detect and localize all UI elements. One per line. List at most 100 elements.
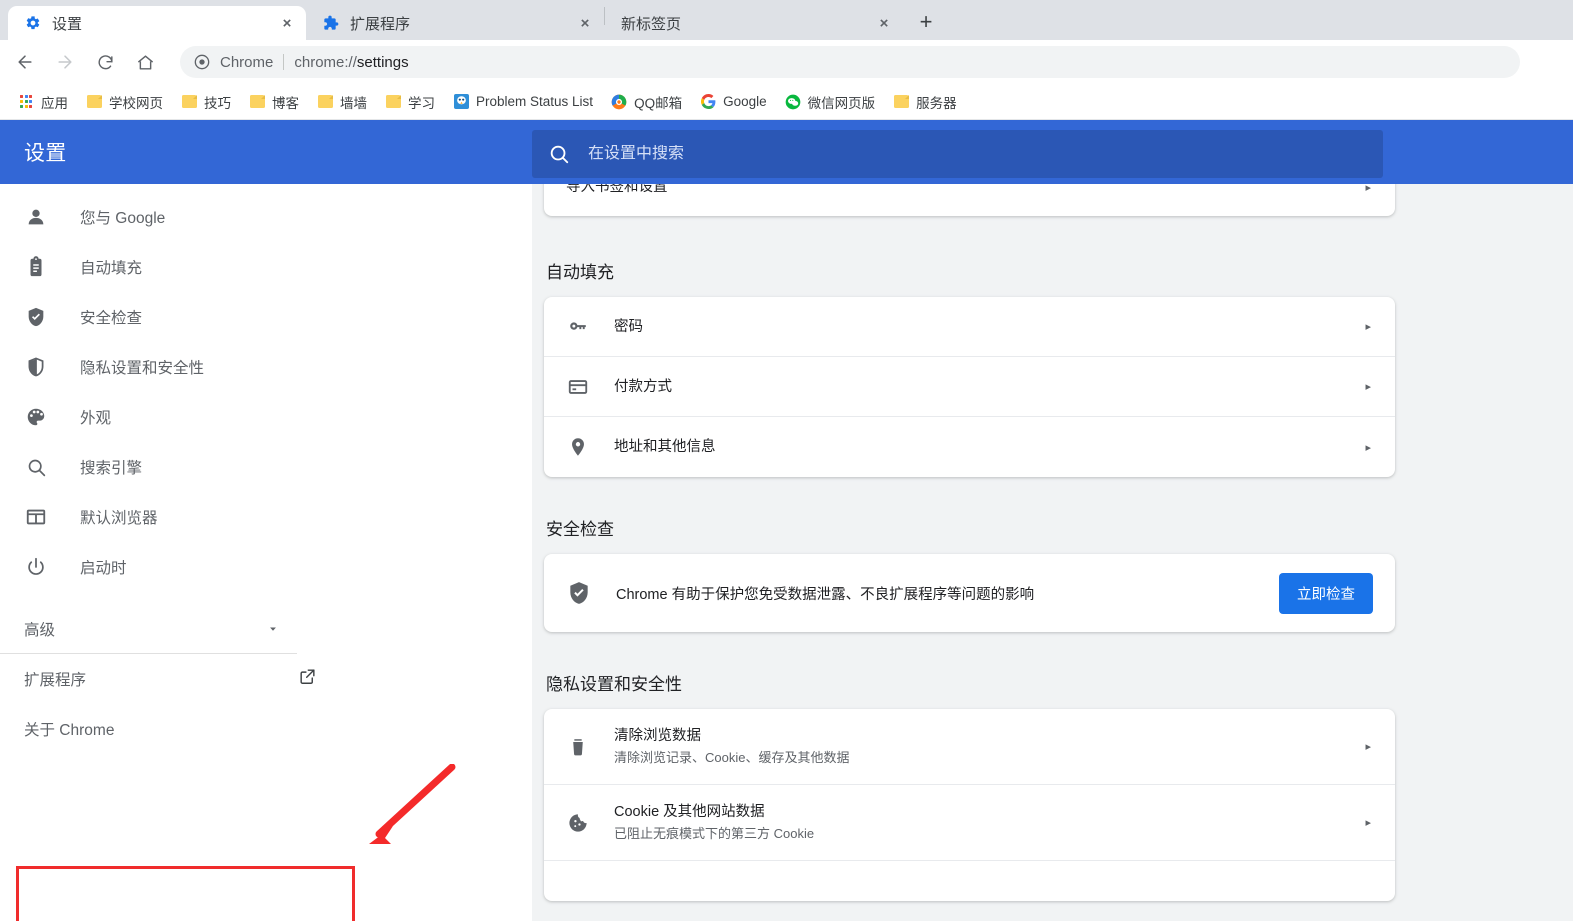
row-title: 清除浏览数据 [614, 727, 701, 744]
bird-favicon [453, 94, 469, 110]
settings-header: 设置 [0, 120, 1573, 184]
sidebar-item-safety-check[interactable]: 安全检查 [0, 292, 532, 342]
apps-grid-icon [18, 94, 34, 110]
sidebar-item-you-and-google[interactable]: 您与 Google [0, 192, 532, 242]
qqmail-favicon [611, 94, 627, 110]
sidebar-item-advanced[interactable]: 高级 [0, 604, 297, 654]
table-row[interactable] [544, 861, 1395, 901]
clipped-card: 导入书签和设置 ▸ [544, 184, 1395, 216]
bookmark-label: 墙墙 [340, 95, 367, 111]
sidebar-item-about-chrome[interactable]: 关于 Chrome [0, 704, 339, 754]
shield-check-icon [566, 580, 592, 606]
forward-arrow-icon[interactable] [48, 45, 82, 79]
folder-icon [385, 94, 401, 110]
section-title: 隐私设置和安全性 [546, 675, 682, 694]
row-text: Cookie 及其他网站数据 已阻止无痕模式下的第三方 Cookie [614, 802, 1365, 844]
bookmark-label: 服务器 [916, 95, 957, 111]
tab-new-tab-page[interactable]: 新标签页 × [605, 6, 903, 40]
tab-extensions[interactable]: 扩展程序 × [306, 6, 604, 40]
search-icon [548, 143, 570, 165]
chevron-right-icon: ▸ [1365, 817, 1371, 829]
omnibox-url: chrome://settings [294, 54, 408, 71]
settings-search-box[interactable] [532, 130, 1383, 178]
row-text: 密码 [614, 317, 1365, 337]
home-icon[interactable] [128, 45, 162, 79]
sidebar-item-appearance[interactable]: 外观 [0, 392, 532, 442]
tab-close-button[interactable]: × [875, 14, 893, 32]
tab-settings[interactable]: 设置 × [8, 6, 306, 40]
palette-icon [24, 405, 48, 429]
tab-title: 扩展程序 [350, 15, 411, 33]
bookmark-label: 微信网页版 [807, 95, 876, 111]
cookie-icon [566, 811, 590, 835]
bookmark-folder-tips[interactable]: 技巧 [173, 89, 239, 115]
sidebar-item-label: 高级 [24, 621, 56, 639]
credit-card-icon [566, 375, 590, 399]
bookmark-label: QQ邮箱 [634, 95, 683, 111]
bookmark-label: 博客 [272, 95, 299, 111]
sidebar-item-privacy-security[interactable]: 隐私设置和安全性 [0, 342, 532, 392]
table-row[interactable]: Cookie 及其他网站数据 已阻止无痕模式下的第三方 Cookie ▸ [544, 785, 1395, 861]
bookmark-label: 学校网页 [109, 95, 163, 111]
bookmark-apps[interactable]: 应用 [10, 89, 76, 115]
row-title: 地址和其他信息 [614, 439, 716, 455]
new-tab-button[interactable]: + [911, 7, 941, 37]
chevron-right-icon: ▸ [1365, 184, 1371, 194]
bookmark-folder-school[interactable]: 学校网页 [78, 89, 171, 115]
safety-check-card: Chrome 有助于保护您免受数据泄露、不良扩展程序等问题的影响 立即检查 [544, 554, 1395, 632]
bookmark-label: 技巧 [204, 95, 231, 111]
tab-close-button[interactable]: × [278, 14, 296, 32]
omnibox-url-suffix: settings [356, 53, 409, 71]
table-row[interactable]: 导入书签和设置 ▸ [544, 184, 1395, 216]
sidebar-item-label: 自动填充 [80, 260, 143, 277]
section-privacy-security: 隐私设置和安全性 清除浏览数据 清除浏览记录、Cookie、缓存及其他数据 ▸ … [544, 670, 1395, 901]
location-pin-icon [566, 435, 590, 459]
tab-title: 新标签页 [621, 15, 682, 33]
bookmark-folder-blog[interactable]: 博客 [241, 89, 307, 115]
folder-icon [86, 94, 102, 110]
folder-icon [317, 94, 333, 110]
check-now-button[interactable]: 立即检查 [1279, 572, 1373, 614]
sidebar-item-default-browser[interactable]: 默认浏览器 [0, 492, 532, 542]
omnibox-url-prefix: chrome:// [294, 53, 357, 71]
sidebar-item-autofill[interactable]: 自动填充 [0, 242, 532, 292]
row-subtitle: 已阻止无痕模式下的第三方 Cookie [614, 825, 815, 841]
sidebar-item-label: 安全检查 [80, 310, 143, 327]
bookmark-folder-server[interactable]: 服务器 [885, 89, 965, 115]
row-text: 清除浏览数据 清除浏览记录、Cookie、缓存及其他数据 [614, 726, 1365, 768]
search-input[interactable] [588, 145, 1367, 163]
bookmark-wechat-web[interactable]: 微信网页版 [777, 89, 884, 115]
sidebar-item-extensions[interactable]: 扩展程序 [0, 654, 339, 704]
address-bar[interactable]: Chrome chrome://settings [180, 46, 1520, 78]
section-autofill: 自动填充 密码 ▸ 付款方式 ▸ 地址和其他信息 ▸ [544, 258, 1395, 477]
import-bookmarks-card: 导入书签和设置 ▸ [544, 184, 1395, 216]
bookmark-label: 应用 [41, 95, 68, 111]
bookmark-qqmail[interactable]: QQ邮箱 [603, 89, 690, 115]
tab-close-button[interactable]: × [576, 14, 594, 32]
bookmark-problem-status-list[interactable]: Problem Status List [445, 89, 601, 115]
bookmark-folder-wall[interactable]: 墙墙 [309, 89, 375, 115]
sidebar-item-search-engine[interactable]: 搜索引擎 [0, 442, 532, 492]
reload-icon[interactable] [88, 45, 122, 79]
sidebar-item-label: 关于 Chrome [24, 722, 115, 739]
settings-scroll-region[interactable]: 导入书签和设置 ▸ 自动填充 密码 ▸ 付款方式 ▸ 地址和其他信息 ▸ 安全检… [532, 184, 1573, 921]
tab-title: 设置 [52, 15, 83, 33]
sidebar-item-on-startup[interactable]: 启动时 [0, 542, 532, 592]
privacy-card: 清除浏览数据 清除浏览记录、Cookie、缓存及其他数据 ▸ Cookie 及其… [544, 709, 1395, 901]
folder-icon [181, 94, 197, 110]
table-row[interactable]: 地址和其他信息 ▸ [544, 417, 1395, 477]
omnibox-divider [283, 54, 285, 70]
row-text: 导入书签和设置 [566, 184, 1365, 197]
table-row[interactable]: 清除浏览数据 清除浏览记录、Cookie、缓存及其他数据 ▸ [544, 709, 1395, 785]
power-icon [24, 555, 48, 579]
row-title: 密码 [614, 318, 643, 335]
bookmark-label: Google [723, 94, 767, 109]
table-row[interactable]: 密码 ▸ [544, 297, 1395, 357]
bookmark-google[interactable]: Google [692, 89, 775, 115]
table-row[interactable]: 付款方式 ▸ [544, 357, 1395, 417]
settings-sidebar: 您与 Google 自动填充 安全检查 隐私设置和安全性 外观 搜索引擎 默认浏… [0, 184, 532, 921]
shield-icon [24, 355, 48, 379]
bookmark-folder-study[interactable]: 学习 [377, 89, 443, 115]
back-arrow-icon[interactable] [8, 45, 42, 79]
